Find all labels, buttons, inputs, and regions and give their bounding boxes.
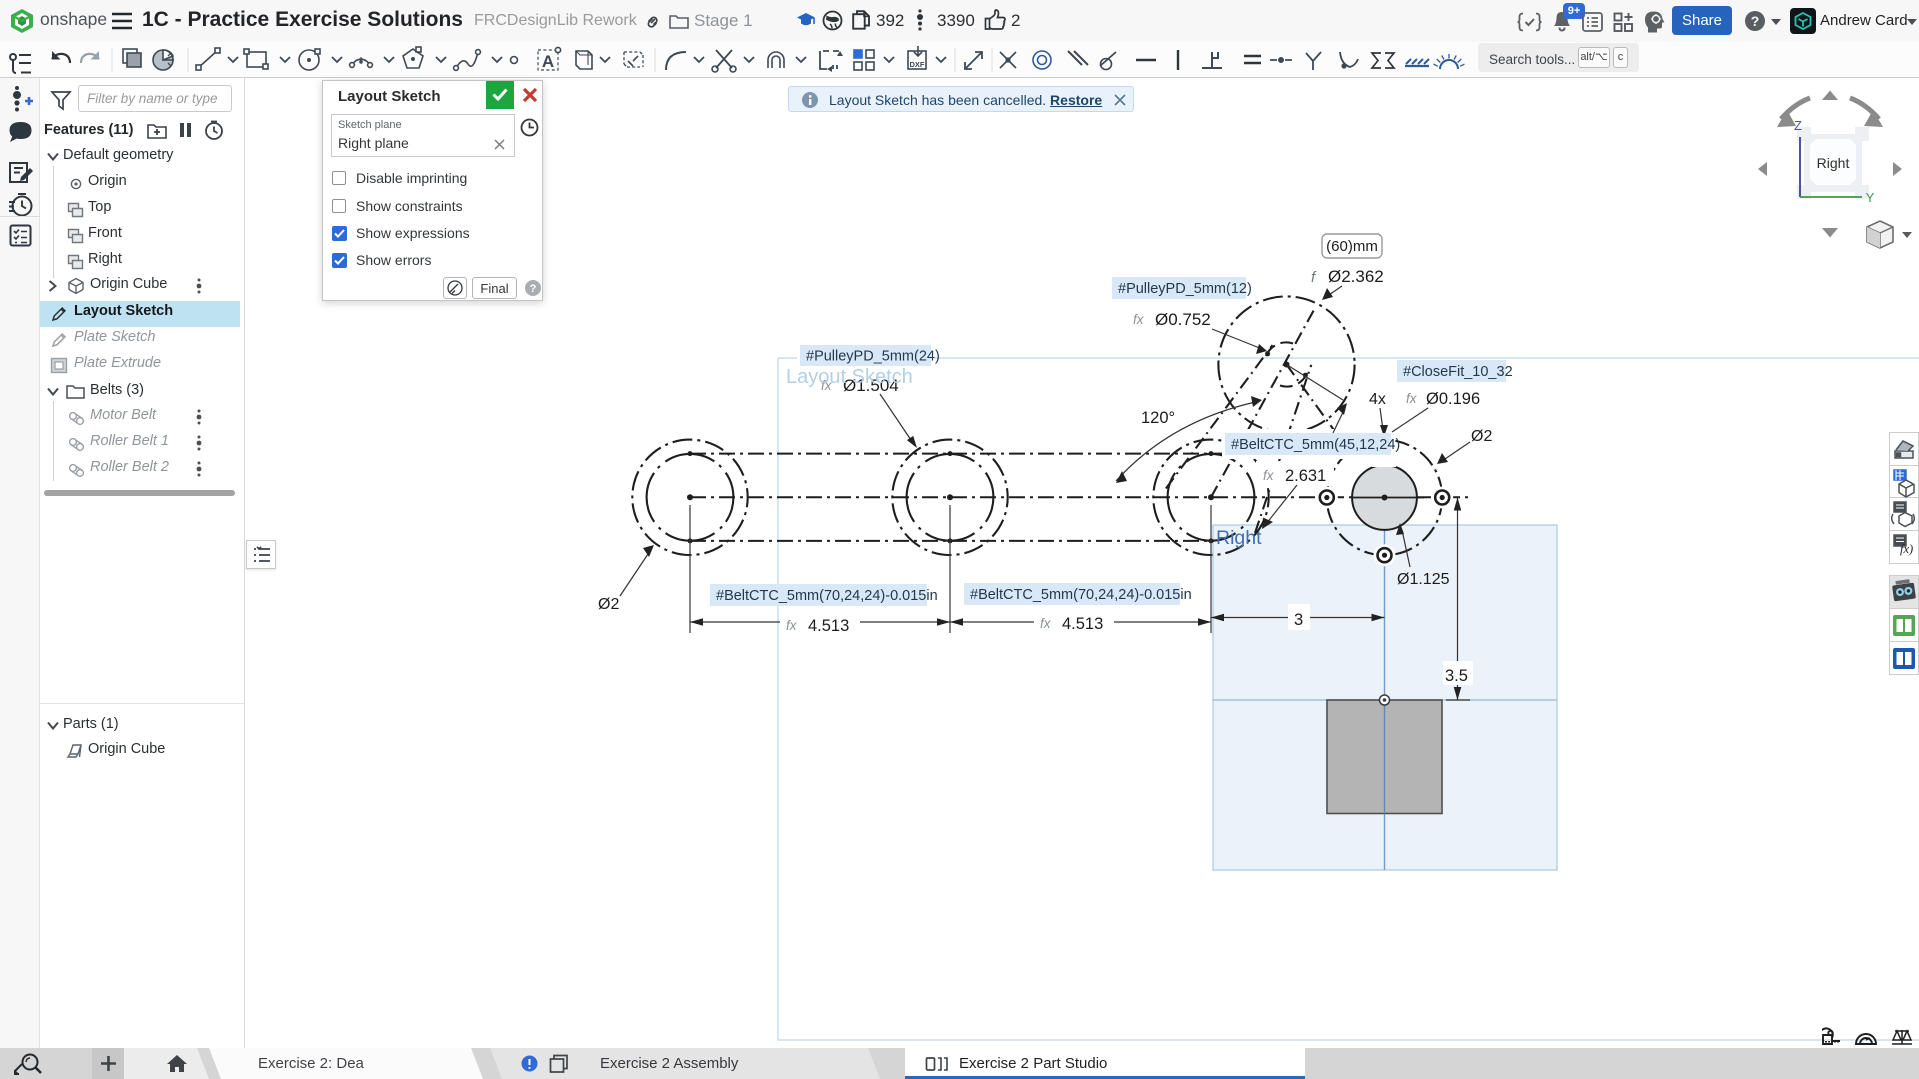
svg-text:DXF: DXF: [910, 60, 925, 69]
svg-text:#PulleyPD_5mm(12): #PulleyPD_5mm(12): [1118, 281, 1252, 297]
svg-text:fx: fx: [786, 618, 798, 633]
svg-text:Ø2: Ø2: [598, 596, 619, 613]
svg-text:fx: fx: [1406, 391, 1418, 406]
svg-text:Ø1.125: Ø1.125: [1397, 571, 1450, 588]
svg-text:fx: fx: [1263, 468, 1275, 483]
svg-text:#BeltCTC_5mm(45,12,24): #BeltCTC_5mm(45,12,24): [1231, 437, 1400, 453]
svg-text:4.513: 4.513: [808, 617, 849, 635]
svg-text:A: A: [542, 52, 554, 71]
svg-text:4.513: 4.513: [1062, 615, 1103, 633]
svg-text:3: 3: [1294, 611, 1303, 629]
svg-text:(60)mm: (60)mm: [1326, 238, 1378, 255]
svg-text:Ø0.196: Ø0.196: [1426, 390, 1480, 408]
svg-text:120°: 120°: [1141, 409, 1175, 427]
svg-text:f: f: [1311, 269, 1317, 286]
svg-text:fx: fx: [1133, 312, 1145, 327]
svg-text:#PulleyPD_5mm(24): #PulleyPD_5mm(24): [806, 349, 940, 365]
svg-text:3.5: 3.5: [1445, 667, 1468, 685]
svg-text:fx: fx: [1040, 616, 1052, 631]
svg-text:#BeltCTC_5mm(70,24,24)-0.015in: #BeltCTC_5mm(70,24,24)-0.015in: [716, 588, 938, 604]
svg-text:?: ?: [530, 283, 537, 295]
svg-text:2.631: 2.631: [1285, 467, 1326, 485]
svg-text:#BeltCTC_5mm(70,24,24)-0.015in: #BeltCTC_5mm(70,24,24)-0.015in: [970, 587, 1192, 603]
svg-text:Y: Y: [1866, 190, 1875, 205]
svg-text:Ø2: Ø2: [1471, 428, 1492, 445]
svg-text:Ø0.752: Ø0.752: [1155, 310, 1211, 329]
svg-text:fx): fx): [1900, 542, 1913, 556]
svg-text:Right: Right: [1817, 155, 1850, 171]
svg-text:Layout Sketch: Layout Sketch: [786, 366, 913, 388]
svg-text:Ø2.362: Ø2.362: [1328, 267, 1384, 286]
svg-text:?: ?: [1751, 13, 1760, 29]
svg-text:Z: Z: [1794, 118, 1802, 133]
svg-text:#CloseFit_10_32: #CloseFit_10_32: [1403, 364, 1513, 380]
svg-text:4x: 4x: [1369, 391, 1386, 408]
svg-text:Right: Right: [1216, 527, 1262, 549]
